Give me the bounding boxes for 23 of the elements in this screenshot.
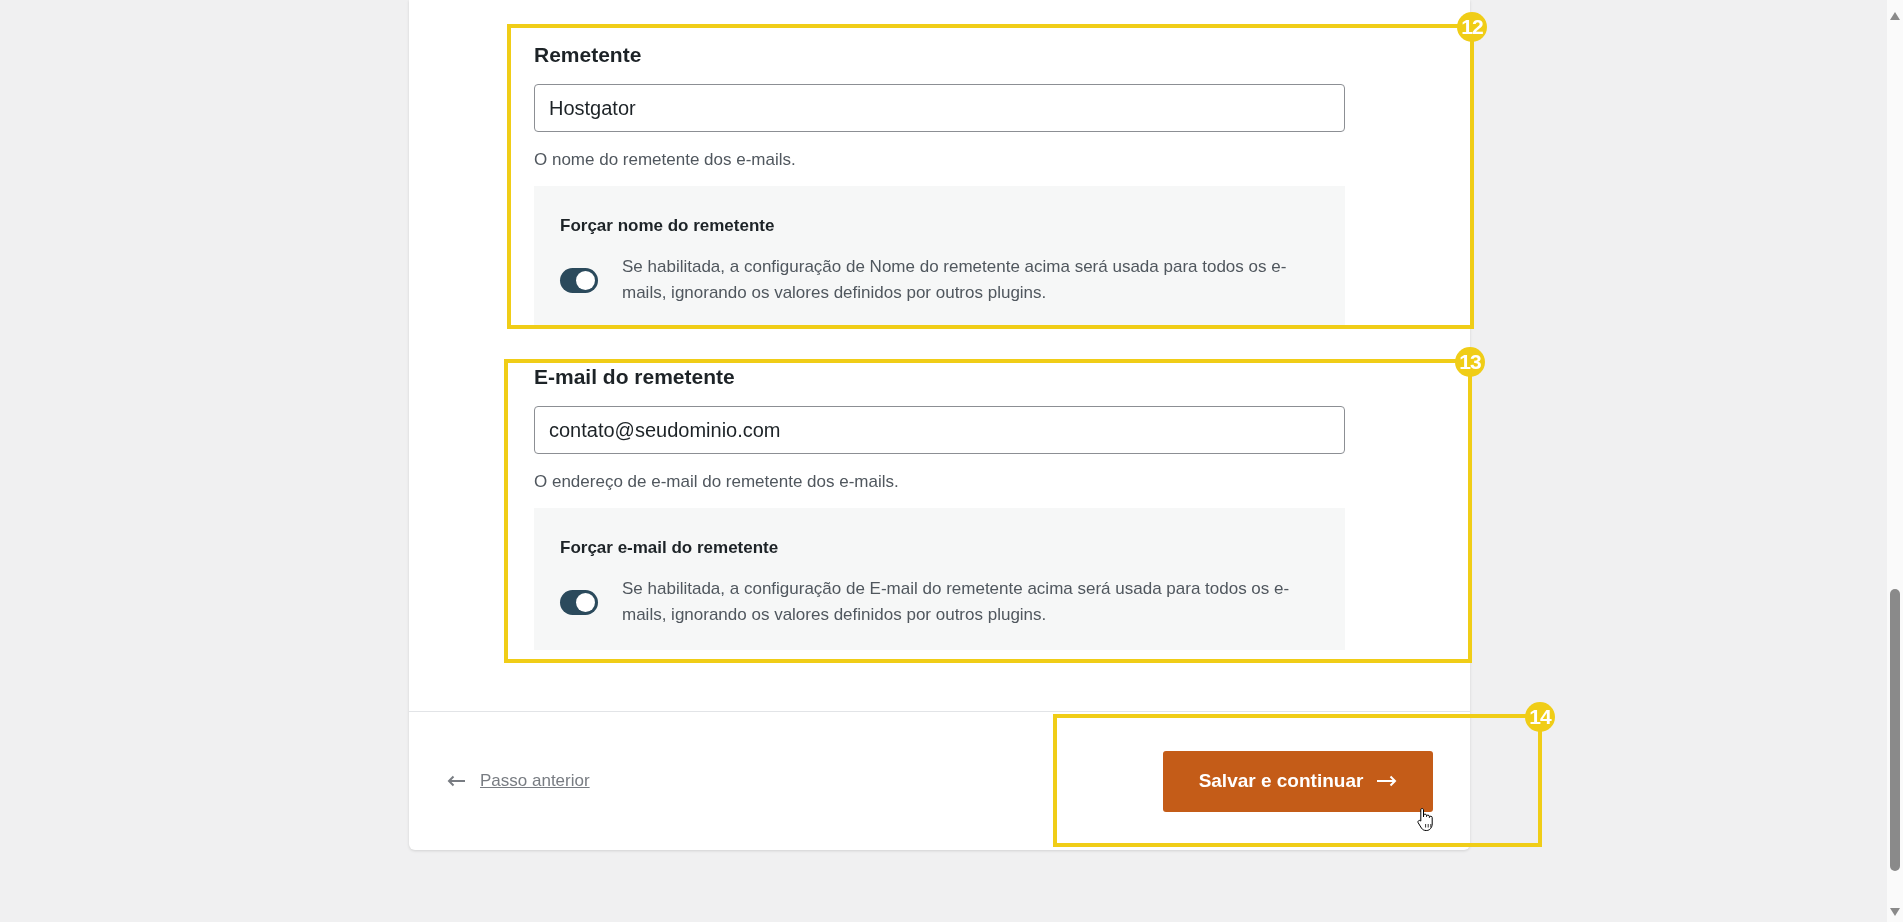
text-input-field[interactable]: Hostgator [534,84,1345,132]
option-description: Se habilitada, a configuração de E-mail do remetente acima será usada para todos os e-mails, ignorando os valores definidos por outros plugins. [622,578,1291,626]
hand-cursor-icon [1417,806,1434,832]
option-label: Forçar nome do remetente [560,215,776,237]
back-link[interactable]: Passo anterior [447,769,590,793]
field-description: O nome do remetente dos e-mails. [534,149,797,171]
toggle-switch[interactable] [560,267,598,293]
section-heading: E-mail do remetente [534,364,736,390]
step-badge: 12 [1457,12,1487,42]
scroll-up-arrow-icon[interactable] [1890,12,1900,20]
save-continue-button[interactable]: Salvar e continuar [1163,750,1433,812]
toggle-switch[interactable] [560,589,598,615]
step-badge: 13 [1455,347,1485,377]
option-label: Forçar e-mail do remetente [560,537,780,559]
arrow-right-icon [1376,775,1398,787]
scroll-thumb[interactable] [1890,589,1900,871]
text-input-field[interactable]: contato@seudominio.com [534,406,1345,454]
arrow-left-icon [447,775,466,787]
option-description: Se habilitada, a configuração de Nome do remetente acima será usada para todos os e-mails, ignorando os valores definidos por outros plugins. [622,256,1288,304]
field-description: O endereço de e-mail do remetente dos e-mails. [534,471,900,493]
step-badge: 14 [1525,701,1555,732]
section-heading: Remetente [534,42,643,68]
scroll-down-arrow-icon[interactable] [1890,908,1900,916]
